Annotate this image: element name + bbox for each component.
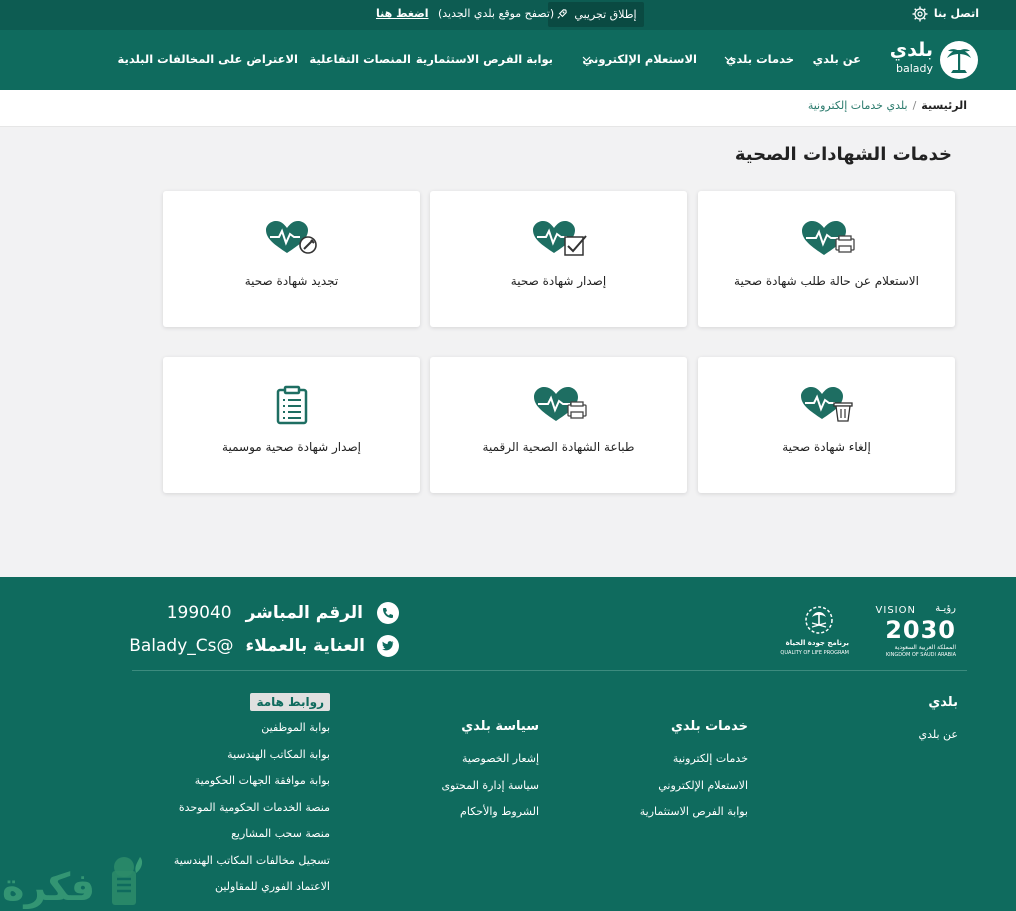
important-links-badge: روابط هامة xyxy=(250,693,330,711)
nav-inquiry[interactable]: الاستعلام الإلكتروني xyxy=(582,52,697,66)
service-card-inquiry[interactable]: الاستعلام عن حالة طلب شهادة صحية xyxy=(698,191,955,327)
footer-link[interactable]: بوابة المكاتب الهندسية xyxy=(174,742,330,769)
breadcrumb-home[interactable]: الرئيسية xyxy=(921,99,967,112)
footer-divider xyxy=(132,670,967,671)
service-card-renew[interactable]: تجديد شهادة صحية xyxy=(163,191,420,327)
footer-link[interactable]: عن بلدي xyxy=(918,722,958,749)
clipboard-list-icon xyxy=(276,385,307,425)
footer-link[interactable]: إشعار الخصوصية xyxy=(441,746,539,773)
breadcrumb: الرئيسية / بلدي خدمات إلكترونية xyxy=(808,99,967,112)
qol-en: QUALITY OF LIFE PROGRAM xyxy=(780,650,849,656)
rocket-icon xyxy=(557,9,568,19)
twitter-icon[interactable] xyxy=(377,635,399,657)
notice-text: (تصفح موقع بلدي الجديد) xyxy=(437,7,555,20)
breadcrumb-current[interactable]: بلدي خدمات إلكترونية xyxy=(808,99,908,112)
footer-link[interactable]: منصة الخدمات الحكومية الموحدة xyxy=(174,795,330,822)
heart-trash-icon xyxy=(800,387,853,422)
care-handle[interactable]: @Balady_Cs xyxy=(129,636,233,656)
palm-swords-emblem-icon xyxy=(805,606,833,634)
page-title: خدمات الشهادات الصحية xyxy=(734,144,952,165)
nav-about[interactable]: عن بلدي xyxy=(813,52,861,66)
nav-objection[interactable]: الاعتراض على المخالفات البلدية xyxy=(118,52,298,66)
footer-link[interactable]: الاستعلام الإلكتروني xyxy=(640,773,748,800)
service-card-issue[interactable]: إصدار شهادة صحية xyxy=(430,191,687,327)
beta-label: إطلاق تجريبي xyxy=(574,8,637,21)
service-card-print[interactable]: طباعة الشهادة الصحية الرقمية xyxy=(430,357,687,493)
footer-link[interactable]: خدمات إلكترونية xyxy=(640,746,748,773)
footer-link[interactable]: سياسة إدارة المحتوى xyxy=(441,773,539,800)
footer-col-links: روابط هامة بوابة الموظفين بوابة المكاتب … xyxy=(174,693,330,901)
customer-care: العناية بالعملاء @Balady_Cs xyxy=(129,635,399,657)
card-label: الاستعلام عن حالة طلب شهادة صحية xyxy=(734,274,919,288)
breadcrumb-separator: / xyxy=(912,99,917,112)
footer-col-title: سياسة بلدي xyxy=(461,719,539,734)
vision-sub: المملكة العربية السعودية xyxy=(894,644,956,651)
qol-ar: برنامج جودة الحياة xyxy=(785,639,849,647)
card-label: تجديد شهادة صحية xyxy=(244,274,339,288)
top-bar: اتصل بنا إطلاق تجريبي (تصفح موقع بلدي ال… xyxy=(0,0,1016,30)
nav-services[interactable]: خدمات بلدي xyxy=(726,52,794,66)
logo-text-arabic: بلدي xyxy=(889,39,933,61)
logo-text-latin: balady xyxy=(895,62,933,75)
vision-2030-logo: VISION رؤيـة 2030 المملكة العربية السعود… xyxy=(875,603,956,659)
card-label: طباعة الشهادة الصحية الرقمية xyxy=(482,440,635,454)
heart-printer-icon xyxy=(533,387,587,421)
footer-link[interactable]: بوابة الفرص الاستثمارية xyxy=(640,799,748,826)
footer-link[interactable]: بوابة الموظفين xyxy=(174,715,330,742)
heart-printer-icon xyxy=(801,221,855,255)
vision-kingdom: KINGDOM OF SAUDI ARABIA xyxy=(885,652,956,658)
card-label: إصدار شهادة صحية xyxy=(510,274,607,288)
footer-col-balady: بلدي عن بلدي xyxy=(918,695,958,749)
footer-col-title: بلدي xyxy=(928,695,958,710)
contact-us-link[interactable]: اتصل بنا xyxy=(934,7,979,20)
care-label: العناية بالعملاء xyxy=(245,636,365,656)
vision-ar: رؤيـة xyxy=(935,603,956,614)
hotline-number[interactable]: 199040 xyxy=(167,603,232,623)
footer-col-services: خدمات بلدي خدمات إلكترونية الاستعلام الإ… xyxy=(640,719,748,826)
vision-word: VISION xyxy=(875,605,916,616)
quality-of-life-logo: برنامج جودة الحياة QUALITY OF LIFE PROGR… xyxy=(780,605,849,659)
palm-logo-icon xyxy=(940,41,978,79)
nav-platforms[interactable]: المنصات التفاعلية xyxy=(309,52,411,66)
card-label: إلغاء شهادة صحية xyxy=(782,440,871,454)
footer-link[interactable]: الشروط والأحكام xyxy=(441,799,539,826)
footer-col-title: خدمات بلدي xyxy=(670,719,748,734)
main-navigation: بلدي balady عن بلدي خدمات بلدي الاستعلام… xyxy=(0,30,1016,90)
chevron-down-icon xyxy=(724,56,733,62)
footer: VISION رؤيـة 2030 المملكة العربية السعود… xyxy=(0,577,1016,911)
footer-col-policy: سياسة بلدي إشعار الخصوصية سياسة إدارة ال… xyxy=(441,719,539,826)
card-label: إصدار شهادة صحية موسمية xyxy=(222,440,361,454)
heart-checkmark-icon xyxy=(532,221,587,256)
lightbulb-book-icon xyxy=(112,857,143,905)
service-card-cancel[interactable]: إلغاء شهادة صحية xyxy=(698,357,955,493)
hotline: الرقم المباشر 199040 xyxy=(167,602,399,624)
heart-renew-icon xyxy=(265,221,317,254)
vision-year: 2030 xyxy=(885,616,956,644)
footer-link[interactable]: منصة سحب المشاريع xyxy=(174,821,330,848)
nav-investment[interactable]: بوابة الفرص الاستثمارية xyxy=(416,52,553,66)
new-site-notice: (تصفح موقع بلدي الجديد) اضغط هنا xyxy=(376,7,554,20)
footer-link[interactable]: بوابة موافقة الجهات الحكومية xyxy=(174,768,330,795)
breadcrumb-bar: الرئيسية / بلدي خدمات إلكترونية xyxy=(0,90,1016,127)
service-card-seasonal[interactable]: إصدار شهادة صحية موسمية xyxy=(163,357,420,493)
hotline-label: الرقم المباشر xyxy=(245,603,363,623)
footer-link[interactable]: تسجيل مخالفات المكاتب الهندسية xyxy=(174,848,330,875)
watermark-logo: فكرة xyxy=(0,851,150,911)
footer-link[interactable]: الاعتماد الفوري للمقاولين xyxy=(174,874,330,901)
chevron-down-icon xyxy=(582,56,591,62)
balady-logo[interactable]: بلدي balady xyxy=(887,39,979,80)
click-here-link[interactable]: اضغط هنا xyxy=(376,7,428,20)
phone-icon xyxy=(377,602,399,624)
watermark-text: فكرة xyxy=(2,865,96,909)
beta-launch-badge: إطلاق تجريبي xyxy=(548,2,644,27)
gear-icon[interactable] xyxy=(912,6,928,22)
